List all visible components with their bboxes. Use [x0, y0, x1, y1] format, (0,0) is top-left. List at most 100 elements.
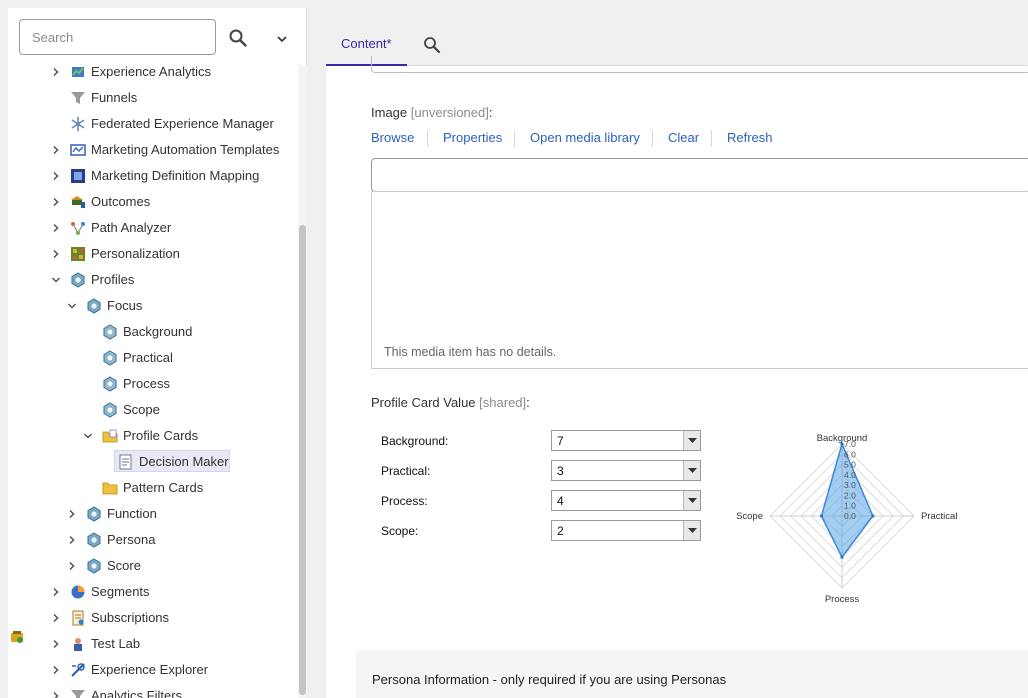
tree-item-personalization[interactable]: Personalization — [8, 242, 298, 266]
tree-item-label: Process — [123, 376, 170, 391]
profile-cards-folder-icon — [102, 429, 118, 443]
tree-item-persona[interactable]: Persona — [8, 528, 298, 552]
tree-item-test-lab[interactable]: Test Lab — [8, 632, 298, 656]
federated-icon — [71, 117, 85, 131]
tree-item-profiles[interactable]: Profiles — [8, 268, 298, 292]
chevron-down-icon[interactable] — [683, 521, 700, 540]
profile-radar-chart: 0.01.02.03.04.05.06.07.0BackgroundPracti… — [736, 433, 957, 605]
profile-icon — [87, 532, 101, 548]
radar-point-practical — [871, 514, 875, 518]
tree-item-outcomes[interactable]: Outcomes — [8, 190, 298, 214]
tree-item-label: Scope — [123, 402, 160, 417]
image-field-label: Image [unversioned]: — [371, 105, 492, 120]
tree-item-marketing-definition-mapping[interactable]: Marketing Definition Mapping — [8, 164, 298, 188]
tree-item-segments[interactable]: Segments — [8, 580, 298, 604]
persona-section: Persona Information - only required if y… — [356, 650, 1028, 698]
background-value: 7 — [557, 434, 564, 448]
chevron-right-icon[interactable] — [50, 196, 62, 208]
tree-item-scope[interactable]: Scope — [8, 398, 298, 422]
tree-item-profile-cards[interactable]: Profile Cards — [8, 424, 298, 448]
tree-item-marketing-automation-templates[interactable]: Marketing Automation Templates — [8, 138, 298, 162]
tree-item-process[interactable]: Process — [8, 372, 298, 396]
process-select[interactable]: 4 — [551, 490, 701, 511]
tree-item-analytics-filters[interactable]: Analytics Filters — [8, 684, 298, 698]
chevron-down-icon[interactable] — [50, 274, 62, 286]
tree-item-pattern-cards[interactable]: Pattern Cards — [8, 476, 298, 500]
tree-item-decision-maker[interactable]: Decision Maker — [8, 450, 298, 474]
search-icon[interactable] — [423, 36, 441, 54]
properties-link[interactable]: Properties — [443, 130, 502, 145]
tree-item-score[interactable]: Score — [8, 554, 298, 578]
practical-select[interactable]: 3 — [551, 460, 701, 481]
chevron-down-icon[interactable] — [275, 34, 289, 44]
image-path-input[interactable] — [371, 158, 1028, 192]
chevron-right-icon[interactable] — [50, 144, 62, 156]
outcomes-icon — [71, 196, 85, 208]
gadget-icon[interactable] — [10, 630, 24, 644]
background-select[interactable]: 7 — [551, 430, 701, 451]
tree-item-focus[interactable]: Focus — [8, 294, 298, 318]
chevron-right-icon[interactable] — [50, 66, 62, 78]
label-colon: : — [526, 395, 530, 410]
browse-link[interactable]: Browse — [371, 130, 414, 145]
chevron-right-icon[interactable] — [50, 248, 62, 260]
chevron-right-icon[interactable] — [50, 222, 62, 234]
tree-item-federated-experience-manager[interactable]: Federated Experience Manager — [8, 112, 298, 136]
tree-item-function[interactable]: Function — [8, 502, 298, 526]
tree-scrollbar[interactable] — [298, 65, 307, 698]
chevron-down-icon[interactable] — [82, 430, 94, 442]
scope-value: 2 — [557, 524, 564, 538]
search-input[interactable] — [19, 19, 216, 55]
tree-item-label: Segments — [91, 584, 150, 599]
app-window: Experience Analytics Funnels Federated Exp… — [0, 0, 1028, 698]
profile-key-icon — [103, 350, 117, 366]
chevron-right-icon[interactable] — [66, 508, 78, 520]
profile-icon — [87, 506, 101, 522]
chevron-right-icon[interactable] — [66, 534, 78, 546]
chevron-right-icon[interactable] — [50, 170, 62, 182]
tree-item-practical[interactable]: Practical — [8, 346, 298, 370]
chevron-right-icon[interactable] — [50, 690, 62, 698]
media-details-box: This media item has no details. — [371, 191, 1028, 369]
radar-tick-label: 0.0 — [844, 511, 856, 521]
divider — [427, 130, 428, 147]
radar-tick-label: 5.0 — [844, 460, 856, 470]
image-field-title: Image — [371, 105, 408, 120]
tree-item-experience-analytics[interactable]: Experience Analytics — [8, 65, 298, 84]
tree-item-label: Path Analyzer — [91, 220, 172, 235]
chevron-down-icon[interactable] — [683, 491, 700, 510]
clear-link[interactable]: Clear — [668, 130, 699, 145]
tree-item-label: Profiles — [91, 272, 135, 287]
radar-tick-label: 6.0 — [844, 449, 856, 459]
chevron-right-icon[interactable] — [66, 560, 78, 572]
chevron-down-icon[interactable] — [683, 431, 700, 450]
tree-item-funnels[interactable]: Funnels — [8, 86, 298, 110]
tree-item-subscriptions[interactable]: Subscriptions — [8, 606, 298, 630]
refresh-link[interactable]: Refresh — [727, 130, 773, 145]
open-media-library-link[interactable]: Open media library — [530, 130, 640, 145]
profile-key-icon — [103, 324, 117, 340]
mapping-icon — [71, 169, 85, 183]
search-icon[interactable] — [228, 28, 248, 48]
tree-item-label: Function — [107, 506, 157, 521]
tree-item-label: Experience Explorer — [91, 662, 209, 677]
chevron-right-icon[interactable] — [50, 612, 62, 624]
scrollbar-thumb[interactable] — [299, 225, 306, 695]
divider — [652, 130, 653, 147]
tree-item-label: Analytics Filters — [91, 688, 183, 698]
chevron-down-icon[interactable] — [66, 300, 78, 312]
process-value: 4 — [557, 494, 564, 508]
scope-select[interactable]: 2 — [551, 520, 701, 541]
tree-item-label: Outcomes — [91, 194, 151, 209]
tree-item-background[interactable]: Background — [8, 320, 298, 344]
chevron-down-icon[interactable] — [683, 461, 700, 480]
chevron-right-icon[interactable] — [50, 586, 62, 598]
chevron-right-icon[interactable] — [50, 664, 62, 676]
chevron-right-icon[interactable] — [50, 638, 62, 650]
radar-tick-label: 3.0 — [844, 480, 856, 490]
tree-item-experience-explorer[interactable]: Experience Explorer — [8, 658, 298, 682]
label-colon: : — [488, 105, 493, 120]
tree-item-path-analyzer[interactable]: Path Analyzer — [8, 216, 298, 240]
previous-field-input[interactable] — [371, 56, 1028, 73]
content-tree: Experience Analytics Funnels Federated Exp… — [8, 65, 298, 698]
